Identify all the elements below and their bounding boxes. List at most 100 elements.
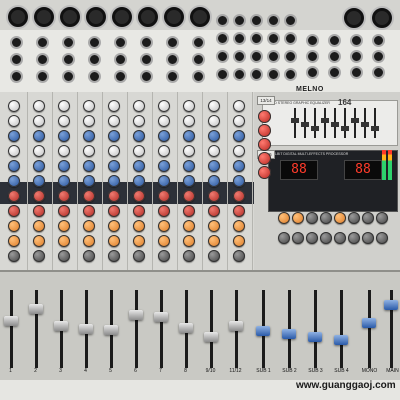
knob-icon: [233, 175, 245, 187]
knob-icon: [362, 212, 374, 224]
eq-slider-slot: [354, 108, 356, 138]
sub-label: SUB 2: [282, 368, 297, 374]
line-jack-icon: [372, 66, 385, 79]
fader-cap: [229, 320, 243, 331]
channel-label: 4: [84, 368, 87, 374]
knob-icon: [133, 100, 145, 112]
knob-icon: [208, 130, 220, 142]
knob-icon: [33, 100, 45, 112]
knob-icon: [108, 160, 120, 172]
knob-icon: [8, 115, 20, 127]
knob-icon: [33, 160, 45, 172]
line-jack-icon: [216, 50, 229, 63]
brand-logo: MELNO: [296, 86, 324, 93]
channel-label: 11/12: [229, 368, 242, 374]
xlr-input-icon: [84, 5, 108, 29]
xlr-input-icon: [32, 5, 56, 29]
knob-icon: [8, 190, 20, 202]
knob-icon: [83, 235, 95, 247]
line-jack-icon: [192, 36, 205, 49]
xlr-input-icon: [342, 6, 366, 30]
knob-icon: [292, 212, 304, 224]
line-jack-icon: [192, 53, 205, 66]
channel-label: 7: [159, 368, 162, 374]
line-jack-icon: [233, 32, 246, 45]
knob-icon: [133, 205, 145, 217]
line-jack-icon: [62, 36, 75, 49]
line-jack-icon: [88, 36, 101, 49]
knob-icon: [33, 250, 45, 262]
line-jack-icon: [216, 68, 229, 81]
sub-fader-cap: [308, 332, 322, 342]
eq-slider-cap: [371, 126, 379, 131]
vu-meter: [382, 150, 386, 180]
knob-icon: [348, 232, 360, 244]
knob-icon: [58, 145, 70, 157]
fx-display-left: 88: [280, 160, 318, 180]
knob-icon: [183, 205, 195, 217]
knob-icon: [33, 235, 45, 247]
knob-icon: [33, 115, 45, 127]
line-jack-icon: [114, 70, 127, 83]
line-jack-icon: [284, 50, 297, 63]
knob-icon: [183, 220, 195, 232]
knob-icon: [258, 166, 271, 179]
knob-icon: [83, 160, 95, 172]
knob-icon: [8, 235, 20, 247]
knob-icon: [108, 130, 120, 142]
xlr-input-icon: [188, 5, 212, 29]
knob-icon: [8, 160, 20, 172]
main-label: MAIN: [386, 368, 399, 374]
knob-icon: [108, 235, 120, 247]
knob-icon: [208, 250, 220, 262]
line-jack-icon: [88, 70, 101, 83]
line-jack-icon: [88, 53, 101, 66]
knob-icon: [258, 110, 271, 123]
knob-icon: [33, 220, 45, 232]
xlr-input-icon: [110, 5, 134, 29]
line-jack-icon: [216, 32, 229, 45]
knob-icon: [233, 220, 245, 232]
knob-icon: [258, 124, 271, 137]
knob-icon: [208, 115, 220, 127]
mono-fader-cap: [362, 318, 376, 328]
knob-icon: [334, 232, 346, 244]
sub-fader-cap: [256, 326, 270, 336]
eq-title: 9-BAND STEREO GRAPHIC EQUALIZER: [264, 101, 330, 105]
line-jack-icon: [284, 68, 297, 81]
eq-slider-slot: [344, 108, 346, 138]
channel-label: 8: [184, 368, 187, 374]
knob-icon: [348, 212, 360, 224]
knob-icon: [33, 190, 45, 202]
fader-cap: [179, 322, 193, 333]
fader-cap: [54, 320, 68, 331]
knob-icon: [183, 190, 195, 202]
fx-title: 24-BIT DIGITAL MULTI-EFFECTS PROCESSOR: [272, 152, 349, 156]
knob-icon: [133, 145, 145, 157]
knob-icon: [58, 130, 70, 142]
eq-slider-cap: [321, 118, 329, 123]
knob-icon: [58, 235, 70, 247]
channel-label: 9/10: [205, 368, 216, 374]
knob-icon: [158, 145, 170, 157]
line-jack-icon: [250, 68, 263, 81]
line-jack-icon: [216, 14, 229, 27]
eq-slider-slot: [294, 108, 296, 138]
knob-icon: [33, 130, 45, 142]
knob-icon: [58, 115, 70, 127]
knob-icon: [278, 212, 290, 224]
knob-icon: [233, 145, 245, 157]
knob-icon: [208, 220, 220, 232]
knob-icon: [334, 212, 346, 224]
line-jack-icon: [10, 70, 23, 83]
knob-icon: [83, 205, 95, 217]
sub-fader-cap: [334, 335, 348, 345]
knob-icon: [58, 100, 70, 112]
knob-icon: [133, 220, 145, 232]
xlr-input-icon: [136, 5, 160, 29]
stereo-label-13-14: 13/14: [257, 96, 275, 105]
knob-icon: [58, 205, 70, 217]
knob-icon: [183, 130, 195, 142]
line-jack-icon: [267, 50, 280, 63]
line-jack-icon: [62, 53, 75, 66]
